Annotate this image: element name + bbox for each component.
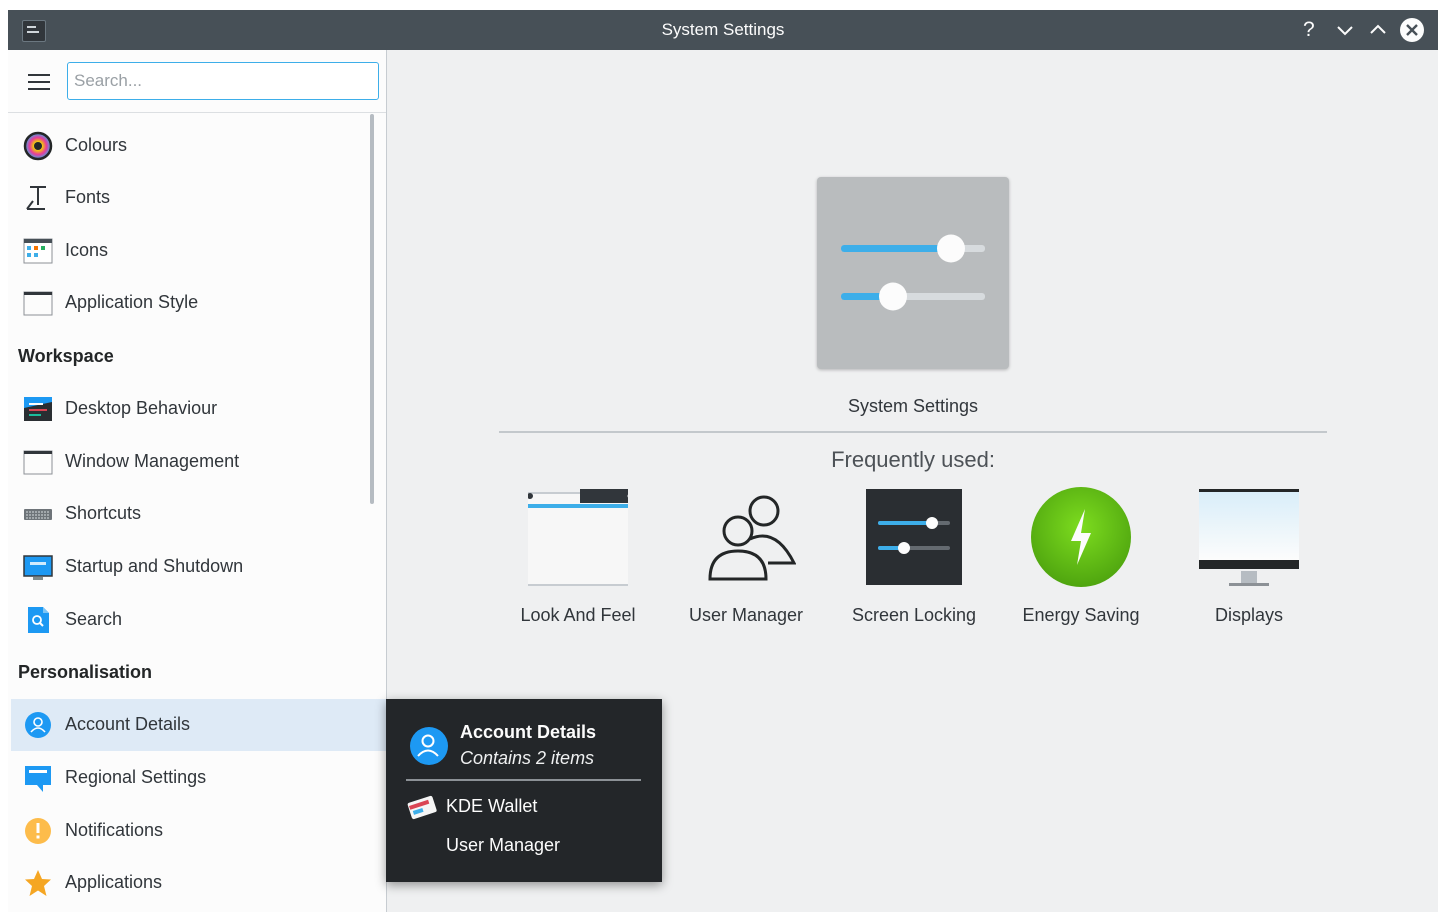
sidebar-item-label: Window Management	[65, 451, 240, 471]
sidebar-item-application-style[interactable]: Application Style	[11, 277, 371, 329]
desktop-behaviour-icon	[24, 397, 52, 421]
window-management-icon	[23, 450, 53, 475]
sidebar-item-colours[interactable]: Colours	[11, 120, 371, 172]
look-and-feel-icon	[528, 489, 628, 586]
maximize-button[interactable]	[1366, 18, 1390, 42]
account-details-tooltip: Account Details Contains 2 items KDE Wal…	[386, 699, 662, 882]
search-bar	[8, 50, 386, 113]
minimize-button[interactable]	[1333, 18, 1357, 42]
sidebar-item-label: Fonts	[65, 187, 111, 207]
favourite-label: Look And Feel	[520, 605, 636, 625]
sidebar-item-icons[interactable]: Icons	[11, 225, 371, 277]
hero-label: System Settings	[847, 396, 979, 416]
section-heading-personalisation: Personalisation	[18, 662, 153, 682]
sidebar-item-label: Colours	[65, 135, 128, 155]
favourite-label: Screen Locking	[851, 605, 977, 625]
sidebar-item-label: Shortcuts	[65, 503, 142, 523]
favourite-label: Energy Saving	[1022, 605, 1140, 625]
sidebar-item-label: Notifications	[65, 820, 164, 840]
close-button[interactable]	[1399, 17, 1425, 43]
section-heading-workspace: Workspace	[18, 346, 114, 366]
sidebar-item-label: Desktop Behaviour	[65, 398, 218, 418]
system-settings-hero-icon	[817, 177, 1009, 369]
favourite-energy-saving[interactable]: Energy Saving	[996, 487, 1166, 637]
colours-icon	[23, 131, 53, 161]
favourite-screen-locking[interactable]: Screen Locking	[829, 487, 999, 637]
tooltip-divider	[406, 779, 641, 781]
sidebar-item-search[interactable]: Search	[11, 594, 371, 646]
divider	[499, 431, 1327, 433]
tooltip-item-user-manager[interactable]: User Manager	[446, 835, 560, 856]
sidebar-item-desktop-behaviour[interactable]: Desktop Behaviour	[11, 383, 371, 435]
search-input[interactable]	[67, 62, 379, 100]
star-icon	[25, 870, 51, 896]
chevron-up-icon	[1370, 24, 1386, 34]
help-button[interactable]: ?	[1298, 18, 1322, 42]
sidebar-item-account-details[interactable]: Account Details	[11, 699, 386, 751]
sidebar-item-window-management[interactable]: Window Management	[11, 436, 371, 488]
favourite-label: User Manager	[688, 605, 804, 625]
close-icon	[1400, 18, 1424, 42]
sidebar-item-label: Startup and Shutdown	[65, 556, 244, 576]
kde-wallet-icon	[407, 795, 437, 820]
sidebar-item-regional-settings[interactable]: Regional Settings	[11, 752, 371, 804]
displays-icon	[1199, 489, 1299, 586]
notifications-icon	[25, 818, 51, 844]
favourite-label: Displays	[1214, 605, 1284, 625]
system-settings-window: System Settings ? Search... Colours Font…	[8, 10, 1438, 912]
tooltip-item-kde-wallet[interactable]: KDE Wallet	[446, 796, 537, 817]
sidebar-item-label: Applications	[65, 872, 163, 892]
icons-icon	[23, 238, 53, 264]
title-bar[interactable]: System Settings ?	[8, 10, 1438, 50]
energy-saving-icon	[1031, 487, 1131, 587]
regional-settings-icon	[25, 766, 51, 792]
user-icon	[410, 727, 448, 765]
application-style-icon	[23, 291, 53, 316]
sidebar-item-fonts[interactable]: Fonts	[11, 172, 371, 224]
fonts-icon	[26, 186, 46, 210]
help-icon: ?	[1303, 18, 1315, 41]
sidebar-item-label: Icons	[65, 240, 109, 260]
window-title: System Settings	[661, 20, 785, 39]
keyboard-icon	[24, 509, 52, 520]
screen-locking-icon	[866, 489, 962, 585]
tooltip-title: Account Details	[460, 722, 597, 742]
sliders-icon	[841, 234, 985, 311]
user-icon	[25, 712, 51, 738]
sidebar: Colours Fonts Icons Application Style	[8, 50, 387, 912]
tooltip-subtitle: Contains 2 items	[460, 748, 595, 768]
favourite-displays[interactable]: Displays	[1164, 487, 1334, 637]
user-manager-icon	[708, 495, 796, 581]
sidebar-item-shortcuts[interactable]: Shortcuts	[11, 488, 371, 540]
sidebar-item-applications[interactable]: Applications	[11, 857, 371, 909]
sidebar-item-label: Account Details	[65, 714, 191, 734]
chevron-down-icon	[1337, 26, 1353, 36]
sidebar-item-label: Application Style	[65, 292, 199, 312]
sidebar-item-label: Search	[65, 609, 123, 629]
hamburger-menu-icon[interactable]	[28, 74, 50, 90]
sidebar-item-startup-and-shutdown[interactable]: Startup and Shutdown	[11, 541, 371, 593]
startup-shutdown-icon	[23, 555, 53, 580]
frequently-used-heading: Frequently used:	[831, 447, 995, 472]
favourite-user-manager[interactable]: User Manager	[661, 487, 831, 637]
search-icon	[28, 607, 49, 633]
sidebar-item-notifications[interactable]: Notifications	[11, 805, 371, 857]
favourite-look-and-feel[interactable]: Look And Feel	[493, 487, 663, 637]
sidebar-item-label: Regional Settings	[65, 767, 207, 787]
